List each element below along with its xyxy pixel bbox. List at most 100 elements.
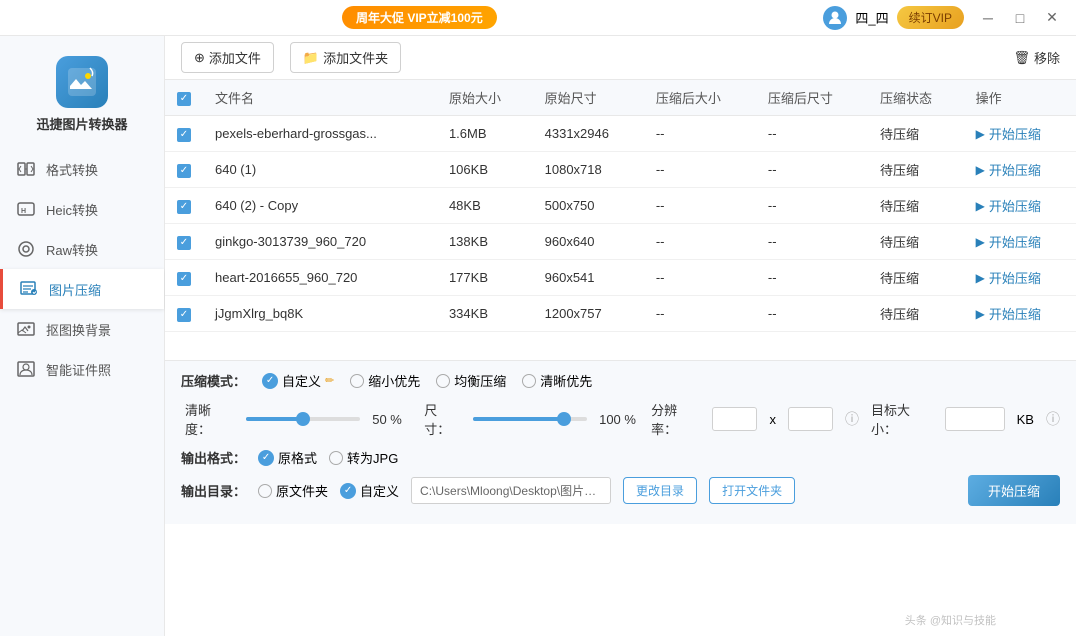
row-checkbox[interactable]: ✓ bbox=[177, 200, 191, 214]
mode-small[interactable]: 缩小优先 bbox=[350, 371, 420, 390]
mode-custom-radio[interactable]: ✓ bbox=[262, 373, 278, 389]
resolution-h-input[interactable] bbox=[788, 407, 833, 431]
sidebar-item-background[interactable]: 抠图换背景 bbox=[0, 309, 164, 349]
mode-small-radio[interactable] bbox=[350, 374, 364, 388]
row-checkbox[interactable]: ✓ bbox=[177, 272, 191, 286]
row-filename: pexels-eberhard-grossgas... bbox=[203, 116, 437, 152]
row-status: 待压缩 bbox=[868, 260, 964, 296]
add-file-button[interactable]: ⊕ 添加文件 bbox=[181, 42, 274, 73]
sidebar-item-compress[interactable]: 图片压缩 bbox=[0, 269, 164, 309]
output-dir-label: 输出目录： bbox=[181, 481, 246, 500]
size-label: 尺寸： bbox=[424, 400, 461, 438]
file-table-container[interactable]: ✓ 文件名 原始大小 原始尺寸 压缩后大小 压缩后尺寸 压缩状态 操作 ✓ bbox=[165, 80, 1076, 360]
row-status: 待压缩 bbox=[868, 116, 964, 152]
clarity-thumb[interactable] bbox=[296, 412, 310, 426]
row-checkbox[interactable]: ✓ bbox=[177, 128, 191, 142]
sidebar-item-label: 格式转换 bbox=[46, 160, 98, 179]
row-filename: jJgmXlrg_bq8K bbox=[203, 296, 437, 332]
dir-custom-label: 自定义 bbox=[360, 481, 399, 500]
sidebar-item-label: Raw转换 bbox=[46, 240, 98, 259]
app-name: 迅捷图片转换器 bbox=[36, 114, 127, 133]
slider-row: 清晰度： 50 % 尺寸： 100 % 分辨率： x bbox=[181, 400, 1060, 438]
logo-icon bbox=[56, 56, 108, 108]
sidebar-item-idphoto[interactable]: 智能证件照 bbox=[0, 349, 164, 389]
row-start-btn[interactable]: ▶ 开始压缩 bbox=[976, 268, 1064, 287]
table-row: ✓ ginkgo-3013739_960_720 138KB 960x640 -… bbox=[165, 224, 1076, 260]
remove-icon: 🗑 bbox=[1013, 50, 1030, 66]
format-original-label: 原格式 bbox=[278, 448, 317, 467]
row-start-btn[interactable]: ▶ 开始压缩 bbox=[976, 232, 1064, 251]
add-folder-icon: 📁 bbox=[303, 50, 319, 66]
idphoto-icon bbox=[16, 359, 36, 379]
row-checkbox[interactable]: ✓ bbox=[177, 164, 191, 178]
dir-original-radio[interactable] bbox=[258, 484, 272, 498]
background-icon bbox=[16, 319, 36, 339]
table-row: ✓ pexels-eberhard-grossgas... 1.6MB 4331… bbox=[165, 116, 1076, 152]
open-folder-button[interactable]: 打开文件夹 bbox=[709, 477, 795, 504]
resolution-x: x bbox=[769, 412, 776, 427]
remove-button[interactable]: 🗑 移除 bbox=[1013, 48, 1060, 67]
sidebar-item-heic[interactable]: H Heic转换 bbox=[0, 189, 164, 229]
row-start-btn[interactable]: ▶ 开始压缩 bbox=[976, 124, 1064, 143]
mode-clear[interactable]: 清晰优先 bbox=[522, 371, 592, 390]
clarity-label: 清晰度： bbox=[185, 400, 234, 438]
format-original-radio[interactable]: ✓ bbox=[258, 450, 274, 466]
mode-clear-radio[interactable] bbox=[522, 374, 536, 388]
row-start-btn[interactable]: ▶ 开始压缩 bbox=[976, 304, 1064, 323]
row-orig-dim: 4331x2946 bbox=[533, 116, 644, 152]
user-name: 四_四 bbox=[855, 8, 888, 27]
row-checkbox[interactable]: ✓ bbox=[177, 236, 191, 250]
add-folder-button[interactable]: 📁 添加文件夹 bbox=[290, 42, 401, 73]
row-orig-dim: 960x640 bbox=[533, 224, 644, 260]
resolution-w-input[interactable] bbox=[712, 407, 757, 431]
row-comp-size: -- bbox=[644, 224, 756, 260]
dir-original[interactable]: 原文件夹 bbox=[258, 481, 328, 500]
file-table: ✓ 文件名 原始大小 原始尺寸 压缩后大小 压缩后尺寸 压缩状态 操作 ✓ bbox=[165, 80, 1076, 332]
row-start-btn[interactable]: ▶ 开始压缩 bbox=[976, 160, 1064, 179]
close-button[interactable]: ✕ bbox=[1040, 6, 1064, 30]
target-size-label: 目标大小： bbox=[871, 400, 933, 438]
mode-balanced[interactable]: 均衡压缩 bbox=[436, 371, 506, 390]
row-status: 待压缩 bbox=[868, 152, 964, 188]
sidebar: 迅捷图片转换器 格式转换 H Heic转换 Raw转换 bbox=[0, 36, 165, 636]
row-comp-dim: -- bbox=[756, 116, 868, 152]
compress-mode-row: 压缩模式： ✓ 自定义 ✏ 缩小优先 均衡压缩 bbox=[181, 371, 1060, 390]
format-original[interactable]: ✓ 原格式 bbox=[258, 448, 317, 467]
row-orig-dim: 1080x718 bbox=[533, 152, 644, 188]
select-all-checkbox[interactable]: ✓ bbox=[177, 92, 191, 106]
dir-custom[interactable]: ✓ 自定义 bbox=[340, 481, 399, 500]
output-format-label: 输出格式： bbox=[181, 448, 246, 467]
dir-original-label: 原文件夹 bbox=[276, 481, 328, 500]
vip-button[interactable]: 续订VIP bbox=[897, 6, 964, 29]
row-status: 待压缩 bbox=[868, 224, 964, 260]
format-jpg[interactable]: 转为JPG bbox=[329, 448, 398, 467]
row-comp-dim: -- bbox=[756, 296, 868, 332]
row-checkbox[interactable]: ✓ bbox=[177, 308, 191, 322]
format-jpg-radio[interactable] bbox=[329, 451, 343, 465]
sidebar-item-format[interactable]: 格式转换 bbox=[0, 149, 164, 189]
size-thumb[interactable] bbox=[557, 412, 571, 426]
minimize-button[interactable]: ─ bbox=[976, 6, 1000, 30]
change-dir-button[interactable]: 更改目录 bbox=[623, 477, 697, 504]
avatar bbox=[823, 6, 847, 30]
dir-custom-radio[interactable]: ✓ bbox=[340, 483, 356, 499]
col-header-check: ✓ bbox=[165, 80, 203, 116]
row-comp-dim: -- bbox=[756, 260, 868, 296]
row-start-btn[interactable]: ▶ 开始压缩 bbox=[976, 196, 1064, 215]
compress-icon bbox=[19, 279, 39, 299]
mode-custom[interactable]: ✓ 自定义 ✏ bbox=[262, 371, 334, 390]
raw-icon bbox=[16, 239, 36, 259]
target-size-input[interactable] bbox=[945, 407, 1005, 431]
start-compress-button[interactable]: 开始压缩 bbox=[968, 475, 1060, 506]
clarity-value: 50 % bbox=[372, 412, 412, 427]
promo-banner[interactable]: 周年大促 VIP立减100元 bbox=[342, 6, 497, 29]
row-filename: 640 (1) bbox=[203, 152, 437, 188]
col-header-comp-size: 压缩后大小 bbox=[644, 80, 756, 116]
size-slider[interactable] bbox=[473, 417, 587, 421]
maximize-button[interactable]: □ bbox=[1008, 6, 1032, 30]
clarity-slider[interactable] bbox=[246, 417, 360, 421]
mode-balanced-label: 均衡压缩 bbox=[454, 371, 506, 390]
sidebar-item-raw[interactable]: Raw转换 bbox=[0, 229, 164, 269]
target-size-unit: KB bbox=[1017, 412, 1034, 427]
mode-balanced-radio[interactable] bbox=[436, 374, 450, 388]
